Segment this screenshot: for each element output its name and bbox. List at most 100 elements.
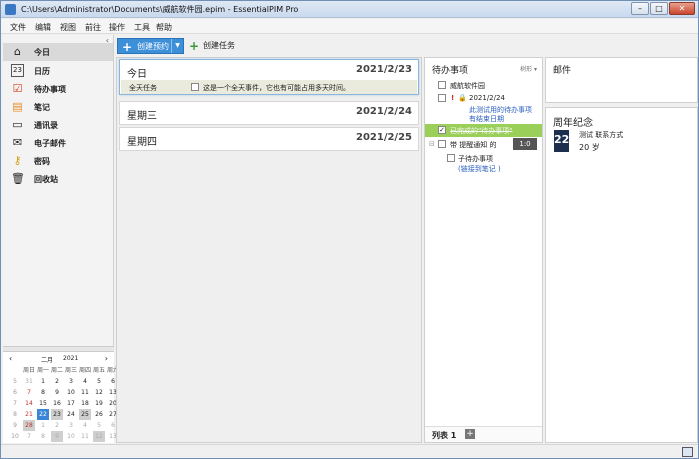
- todo-checkbox[interactable]: [447, 154, 455, 162]
- week-number: 8: [13, 411, 17, 418]
- calendar-day[interactable]: 21: [23, 409, 35, 420]
- calendar-day[interactable]: 4: [79, 420, 91, 431]
- calendar-day[interactable]: 25: [79, 409, 91, 420]
- anniversary-age: 20 岁: [579, 143, 600, 152]
- calendar-day[interactable]: 18: [79, 398, 91, 409]
- day-box-today[interactable]: 今日 2021/2/23 全天任务 这是一个全天事件，它也有可能占用多天时间。: [119, 59, 419, 95]
- calendar-day[interactable]: 26: [93, 409, 105, 420]
- day-name: 星期三: [127, 111, 157, 122]
- sidebar-item-contacts[interactable]: ▭ 通讯录: [3, 116, 113, 134]
- list-tab[interactable]: 列表 1: [432, 430, 456, 441]
- calendar-day[interactable]: 4: [79, 376, 91, 387]
- calendar-day[interactable]: 23: [51, 409, 63, 420]
- day-date: 2021/2/25: [355, 132, 412, 143]
- calendar-day[interactable]: 12: [93, 387, 105, 398]
- calendar-day[interactable]: 3: [65, 420, 77, 431]
- mini-calendar-header: ‹ 二月 2021 ›: [3, 354, 114, 364]
- sidebar-item-today[interactable]: ⌂ 今日: [3, 43, 113, 61]
- calendar-day[interactable]: 7: [23, 387, 35, 398]
- day-box-wednesday[interactable]: 星期三 2021/2/24: [119, 101, 419, 125]
- sidebar-item-passwords[interactable]: ⚷ 密码: [3, 152, 113, 170]
- calendar-day[interactable]: 12: [93, 431, 105, 442]
- menu-tools[interactable]: 工具: [134, 22, 150, 33]
- maximize-button[interactable]: □: [650, 2, 668, 15]
- next-month-icon[interactable]: ›: [105, 354, 108, 363]
- calendar-day[interactable]: 19: [93, 398, 105, 409]
- calendar-day[interactable]: 31: [23, 376, 35, 387]
- calendar-day[interactable]: 5: [93, 376, 105, 387]
- add-list-icon[interactable]: +: [465, 429, 475, 439]
- anniversary-pane-title: 周年纪念: [553, 118, 593, 129]
- todo-checkbox-checked[interactable]: ✓: [438, 126, 446, 134]
- calendar-day[interactable]: 2: [51, 420, 63, 431]
- calendar-day[interactable]: 3: [65, 376, 77, 387]
- todo-checkbox[interactable]: [438, 140, 446, 148]
- trash-icon: 🗑: [11, 172, 25, 185]
- calendar-day[interactable]: 28: [23, 420, 35, 431]
- calendar-day[interactable]: 9: [51, 431, 63, 442]
- mail-pane-title: 邮件: [553, 66, 572, 76]
- note-link[interactable]: (链接到笔记 ): [458, 164, 501, 174]
- calendar-day[interactable]: 9: [51, 387, 63, 398]
- calendar-day[interactable]: 1: [37, 376, 49, 387]
- anniversary-contact[interactable]: 测试 联系方式: [579, 130, 623, 140]
- todo-item[interactable]: 威航软件园: [425, 79, 542, 92]
- todo-item-completed[interactable]: ✓ 已完成的"待办事项": [425, 124, 542, 137]
- menu-help[interactable]: 帮助: [156, 22, 172, 33]
- close-button[interactable]: ✕: [669, 2, 695, 15]
- todo-link-row[interactable]: (链接到笔记 ): [425, 162, 542, 175]
- calendar-day[interactable]: 11: [79, 387, 91, 398]
- sidebar-item-calendar[interactable]: 23 日历: [3, 62, 113, 80]
- weekday-header: 周四: [79, 367, 92, 374]
- week-number: 7: [13, 400, 17, 407]
- calendar-day[interactable]: 8: [37, 387, 49, 398]
- calendar-day[interactable]: 15: [37, 398, 49, 409]
- calendar-day[interactable]: 16: [51, 398, 63, 409]
- prev-month-icon[interactable]: ‹: [9, 354, 12, 363]
- calendar-day[interactable]: 7: [23, 431, 35, 442]
- new-appointment-button[interactable]: + 创建预约 ▼: [117, 38, 184, 54]
- calendar-day-icon: 22: [554, 130, 569, 152]
- todo-text: 已完成的"待办事项": [450, 127, 513, 135]
- menu-file[interactable]: 文件: [10, 22, 26, 33]
- calendar-day[interactable]: 11: [79, 431, 91, 442]
- day-box-thursday[interactable]: 星期四 2021/2/25: [119, 127, 419, 151]
- sidebar-item-trash[interactable]: 🗑 回收站: [3, 170, 113, 188]
- calendar-day[interactable]: 8: [37, 431, 49, 442]
- monitor-icon[interactable]: [682, 447, 693, 457]
- tree-expander-icon[interactable]: ⊟: [429, 140, 435, 148]
- sidebar-item-email[interactable]: ✉ 电子邮件: [3, 134, 113, 152]
- allday-event-row[interactable]: 全天任务 这是一个全天事件，它也有可能占用多天时间。: [121, 80, 417, 94]
- calendar-day[interactable]: 17: [65, 398, 77, 409]
- new-task-button[interactable]: + 创建任务: [189, 38, 244, 54]
- sidebar-item-notes[interactable]: ▤ 笔记: [3, 98, 113, 116]
- calendar-day[interactable]: 10: [65, 387, 77, 398]
- calendar-day[interactable]: 14: [23, 398, 35, 409]
- todo-checkbox[interactable]: [438, 94, 446, 102]
- calendar-day[interactable]: 10: [65, 431, 77, 442]
- sidebar-item-todo[interactable]: ☑ 待办事项: [3, 80, 113, 98]
- menu-edit[interactable]: 编辑: [35, 22, 51, 33]
- event-checkbox[interactable]: [191, 83, 199, 91]
- todo-checkbox[interactable]: [438, 81, 446, 89]
- menu-actions[interactable]: 操作: [109, 22, 125, 33]
- sidebar-item-label: 待办事项: [34, 85, 66, 94]
- calendar-day[interactable]: 24: [65, 409, 77, 420]
- calendar-day[interactable]: 1: [37, 420, 49, 431]
- title-bar: C:\Users\Administrator\Documents\威航软件园.e…: [1, 1, 698, 18]
- weekday-header: 周一: [37, 367, 50, 374]
- calendar-day[interactable]: 22: [37, 409, 49, 420]
- todo-item[interactable]: ⊟ 带 提醒通知 的 1:0: [425, 138, 542, 151]
- view-mode-dropdown[interactable]: 树形 ▾: [520, 64, 537, 73]
- dropdown-arrow-icon[interactable]: ▼: [171, 39, 183, 53]
- calendar-day[interactable]: 5: [93, 420, 105, 431]
- plus-icon: +: [122, 40, 133, 54]
- note-icon: ▤: [12, 100, 23, 113]
- menu-view[interactable]: 视图: [60, 22, 76, 33]
- calendar-day[interactable]: 2: [51, 376, 63, 387]
- day-name: 星期四: [127, 137, 157, 148]
- mini-calendar: ‹ 二月 2021 › 周日 周一 周二 周三 周四 周五 周六 5 31 1 2 3 4 5 6 6 7 8 9 1…: [3, 351, 119, 443]
- minimize-button[interactable]: –: [631, 2, 649, 15]
- menu-goto[interactable]: 前往: [85, 22, 101, 33]
- app-icon: [5, 4, 16, 15]
